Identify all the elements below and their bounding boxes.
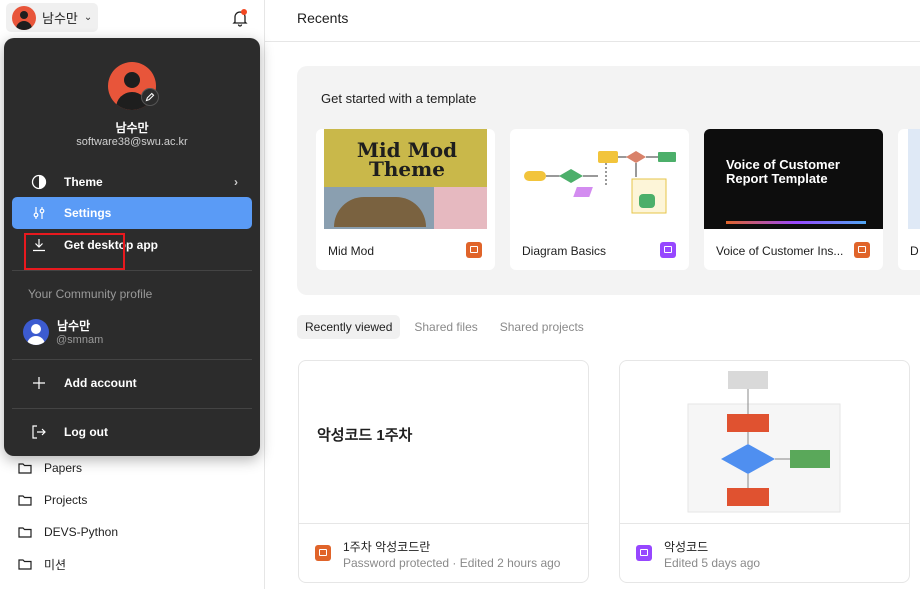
menu-item-settings[interactable]: Settings — [12, 197, 252, 229]
template-name: D — [910, 244, 919, 258]
settings-highlight-box — [24, 233, 125, 270]
plus-icon — [31, 375, 47, 391]
template-heading: Get started with a template — [321, 91, 477, 106]
menu-user-name: 남수만 — [115, 121, 149, 135]
folder-item[interactable]: 미션 — [0, 548, 264, 580]
tab-shared-files[interactable]: Shared files — [406, 315, 485, 339]
folder-item[interactable]: DEVS-Python — [0, 516, 264, 548]
menu-divider — [12, 270, 252, 271]
file-name: 악성코드 — [664, 540, 709, 554]
template-name: Voice of Customer Ins... — [716, 244, 844, 258]
folder-label: DEVS-Python — [44, 525, 119, 539]
notification-dot — [241, 9, 247, 15]
file-card[interactable]: 악성코드 Edited 5 days ago — [619, 360, 910, 583]
tab-recently-viewed[interactable]: Recently viewed — [297, 315, 401, 339]
folder-label: Papers — [44, 461, 83, 475]
menu-user-email: software38@swu.ac.kr — [76, 136, 188, 148]
folder-icon — [18, 527, 32, 538]
template-card-voice-of-customer[interactable]: Voice of Customer Report Template Voice … — [704, 129, 883, 270]
template-card-diagram-basics[interactable]: Diagram Basics — [510, 129, 689, 270]
community-avatar — [23, 319, 49, 345]
file-thumbnail — [620, 361, 909, 524]
flowchart-thumbnail-art — [687, 371, 841, 513]
slides-icon — [466, 242, 482, 258]
template-name: Mid Mod — [328, 244, 375, 258]
menu-item-add-account[interactable]: Add account — [12, 367, 252, 399]
slides-icon — [315, 545, 331, 561]
menu-item-label: Theme — [64, 175, 103, 189]
folder-item[interactable]: Papers — [0, 452, 264, 484]
menu-divider — [12, 359, 252, 360]
folder-icon — [18, 559, 32, 570]
template-panel: Get started with a template Mid Mod Them… — [297, 66, 920, 295]
file-thumb-title: 악성코드 1주차 — [317, 427, 413, 444]
file-tabs: Recently viewed Shared files Shared proj… — [297, 315, 592, 339]
community-handle: @smnam — [56, 334, 104, 346]
account-switcher[interactable]: 남수만 ⌄ — [6, 3, 99, 32]
account-menu: 남수만 software38@swu.ac.kr Theme › Setting… — [4, 38, 260, 456]
menu-item-logout[interactable]: Log out — [12, 416, 252, 448]
menu-item-label: Add account — [64, 376, 137, 390]
folder-icon — [18, 463, 32, 474]
community-profile[interactable]: 남수만 @smnam — [23, 317, 243, 351]
file-thumbnail: 악성코드 1주차 — [299, 361, 588, 524]
logout-icon — [31, 424, 47, 440]
template-name: Diagram Basics — [522, 244, 607, 258]
template-thumb-title: Voice of Customer Report Template — [726, 157, 840, 186]
chevron-right-icon: › — [234, 175, 238, 189]
avatar — [12, 5, 36, 30]
page-title: Recents — [297, 10, 349, 26]
folder-icon — [18, 495, 32, 506]
slides-icon — [854, 242, 870, 258]
figjam-icon — [660, 242, 676, 258]
settings-sliders-icon — [31, 205, 47, 221]
template-card-mid-mod[interactable]: Mid Mod Theme Mid Mod — [316, 129, 495, 270]
chevron-down-icon: ⌄ — [83, 12, 93, 23]
folder-list: Papers Projects DEVS-Python 미션 — [0, 452, 264, 580]
file-name: 1주차 악성코드란 — [343, 540, 431, 554]
menu-item-label: Settings — [64, 206, 112, 220]
template-thumb-title: Mid Mod Theme — [356, 138, 458, 181]
app-window: 남수만 ⌄ Papers Projects DEVS-Python 미션 Rec… — [0, 0, 920, 589]
pencil-icon[interactable] — [141, 88, 159, 106]
folder-label: Projects — [44, 493, 88, 507]
template-card-partial[interactable]: D — [898, 129, 920, 270]
template-thumbnail: Voice of Customer Report Template — [704, 129, 883, 229]
template-thumbnail — [518, 129, 681, 229]
community-name: 남수만 — [57, 319, 91, 333]
account-name: 남수만 — [42, 11, 78, 26]
tab-shared-projects[interactable]: Shared projects — [492, 315, 592, 339]
template-thumbnail — [908, 129, 920, 229]
file-meta: Password protected · Edited 2 hours ago — [343, 556, 561, 570]
folder-item[interactable]: Projects — [0, 484, 264, 516]
menu-item-theme[interactable]: Theme › — [12, 166, 252, 198]
template-thumbnail: Mid Mod Theme — [324, 129, 487, 229]
main-content: Recents Get started with a template Mid … — [265, 0, 920, 589]
menu-divider — [12, 408, 252, 409]
figjam-icon — [636, 545, 652, 561]
header-divider — [265, 41, 920, 42]
file-card[interactable]: 악성코드 1주차 1주차 악성코드란 Password protected · … — [298, 360, 589, 583]
folder-label: 미션 — [44, 557, 67, 572]
theme-icon — [31, 174, 47, 190]
community-section-label: Your Community profile — [28, 287, 153, 301]
menu-item-label: Log out — [64, 425, 108, 439]
file-meta: Edited 5 days ago — [664, 556, 761, 570]
diagram-thumbnail-art — [524, 151, 676, 214]
